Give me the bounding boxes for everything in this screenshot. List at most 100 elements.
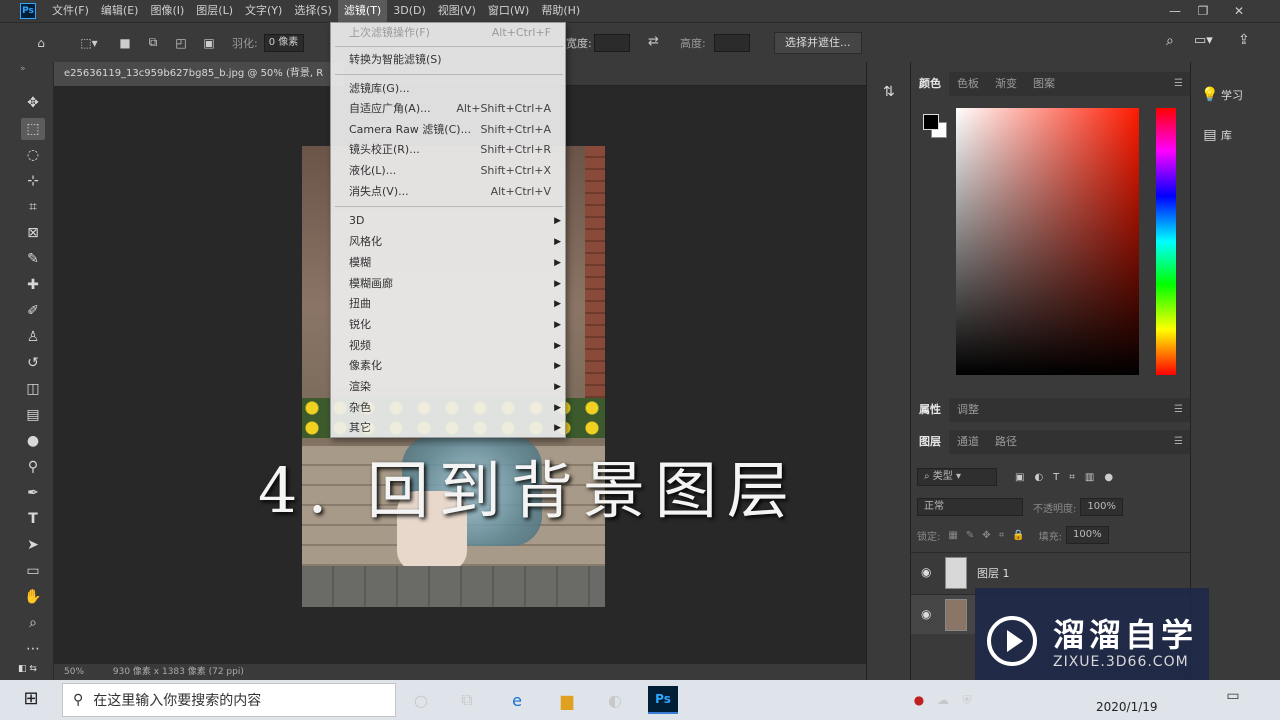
- share-icon[interactable]: ⇪: [1238, 32, 1250, 48]
- eye-icon[interactable]: ◉: [921, 565, 931, 579]
- menu-type[interactable]: 文字(Y): [239, 0, 288, 22]
- width-input[interactable]: [594, 34, 630, 52]
- tab-paths[interactable]: 路径: [987, 430, 1025, 454]
- menu-item-other[interactable]: 其它 ▶: [331, 418, 567, 438]
- tab-properties[interactable]: 属性: [911, 398, 949, 422]
- menu-item-vanishing-point[interactable]: 消失点(V)... Alt+Ctrl+V: [331, 182, 567, 202]
- move-tool-icon[interactable]: ✥: [21, 92, 45, 114]
- eraser-tool-icon[interactable]: ◫: [21, 378, 45, 400]
- quick-select-tool-icon[interactable]: ⊹: [21, 170, 45, 192]
- collapse-icon[interactable]: »: [20, 64, 26, 74]
- tab-gradients[interactable]: 渐变: [987, 72, 1025, 96]
- learn-button[interactable]: 💡 学习: [1199, 80, 1275, 110]
- healing-brush-tool-icon[interactable]: ✚: [21, 274, 45, 296]
- menu-item-distort[interactable]: 扭曲 ▶: [331, 294, 567, 314]
- swap-icon[interactable]: ⇄: [648, 34, 659, 49]
- more-tools-icon[interactable]: ⋯: [21, 638, 45, 660]
- tab-channels[interactable]: 通道: [949, 430, 987, 454]
- menu-select[interactable]: 选择(S): [288, 0, 338, 22]
- rectangle-tool-icon[interactable]: ▭: [21, 560, 45, 582]
- workspace-icon[interactable]: ▭▾: [1194, 33, 1213, 48]
- feather-input[interactable]: 0 像素: [263, 33, 304, 52]
- eye-icon[interactable]: ◉: [921, 607, 931, 621]
- layer-row[interactable]: ◉ 图层 1: [911, 552, 1191, 592]
- search-icon[interactable]: ⌕: [1166, 33, 1174, 49]
- menu-view[interactable]: 视图(V): [432, 0, 482, 22]
- layer-kind-filter[interactable]: ⌕ 类型 ▾: [917, 468, 997, 486]
- menu-item-3d[interactable]: 3D ▶: [331, 211, 567, 231]
- hand-tool-icon[interactable]: ✋: [21, 586, 45, 608]
- tab-layers[interactable]: 图层: [911, 430, 949, 454]
- eyedropper-tool-icon[interactable]: ✎: [21, 248, 45, 270]
- frame-tool-icon[interactable]: ⊠: [21, 222, 45, 244]
- blend-mode-select[interactable]: 正常: [917, 498, 1023, 516]
- menu-file[interactable]: 文件(F): [46, 0, 95, 22]
- layer-filter-icons[interactable]: ▣◐T⌗▥●: [1015, 472, 1123, 483]
- notification-icon[interactable]: ▭: [1222, 688, 1244, 710]
- zoom-tool-icon[interactable]: ⌕: [21, 612, 45, 634]
- hue-slider[interactable]: [1156, 108, 1176, 375]
- history-panel-icon[interactable]: ⇅: [883, 84, 895, 100]
- photoshop-taskbar-icon[interactable]: Ps: [648, 686, 678, 714]
- clone-stamp-tool-icon[interactable]: ♙: [21, 326, 45, 348]
- new-selection-icon[interactable]: ■: [114, 32, 136, 54]
- libraries-button[interactable]: ▤ 库: [1199, 120, 1275, 150]
- menu-item-camera-raw[interactable]: Camera Raw 滤镜(C)... Shift+Ctrl+A: [331, 120, 567, 140]
- menu-item-filter-gallery[interactable]: 滤镜库(G)...: [331, 79, 567, 99]
- menu-item-adaptive-wide-angle[interactable]: 自适应广角(A)... Alt+Shift+Ctrl+A: [331, 99, 567, 119]
- menu-help[interactable]: 帮助(H): [535, 0, 586, 22]
- brush-tool-icon[interactable]: ✐: [21, 300, 45, 322]
- taskbar-search-box[interactable]: ⚲ 在这里输入你要搜索的内容: [62, 683, 396, 717]
- zoom-level[interactable]: 50%: [64, 667, 84, 677]
- windows-start-icon[interactable]: ⊞: [18, 688, 44, 712]
- rect-marquee-tool-icon[interactable]: ⬚: [21, 118, 45, 140]
- task-view-icon[interactable]: ⧉: [452, 686, 482, 714]
- type-tool-icon[interactable]: T: [21, 508, 45, 530]
- blur-tool-icon[interactable]: ●: [21, 430, 45, 452]
- cortana-icon[interactable]: ○: [406, 686, 436, 714]
- path-select-tool-icon[interactable]: ➤: [21, 534, 45, 556]
- close-icon[interactable]: ✕: [1224, 0, 1254, 22]
- add-selection-icon[interactable]: ⧉: [142, 32, 164, 54]
- intersect-selection-icon[interactable]: ▣: [198, 32, 220, 54]
- tab-patterns[interactable]: 图案: [1025, 72, 1063, 96]
- restore-icon[interactable]: ❐: [1188, 0, 1218, 22]
- panel-menu-icon[interactable]: ☰: [1174, 436, 1183, 447]
- menu-item-render[interactable]: 渲染 ▶: [331, 377, 567, 397]
- dodge-tool-icon[interactable]: ⚲: [21, 456, 45, 478]
- lasso-tool-icon[interactable]: ◌: [21, 144, 45, 166]
- opacity-input[interactable]: 100%: [1080, 498, 1123, 516]
- history-brush-tool-icon[interactable]: ↺: [21, 352, 45, 374]
- menu-item-stylize[interactable]: 风格化 ▶: [331, 232, 567, 252]
- menu-filter[interactable]: 滤镜(T): [337, 0, 388, 22]
- menu-item-noise[interactable]: 杂色 ▶: [331, 398, 567, 418]
- subtract-selection-icon[interactable]: ◰: [170, 32, 192, 54]
- select-and-mask-button[interactable]: 选择并遮住...: [774, 32, 862, 54]
- height-input[interactable]: [714, 34, 750, 52]
- menu-item-pixelate[interactable]: 像素化 ▶: [331, 356, 567, 376]
- menu-item-lens-correction[interactable]: 镜头校正(R)... Shift+Ctrl+R: [331, 140, 567, 160]
- file-explorer-icon[interactable]: ▆: [552, 686, 582, 714]
- panel-menu-icon[interactable]: ☰: [1174, 78, 1183, 89]
- app-icon[interactable]: ◐: [600, 686, 630, 714]
- fill-input[interactable]: 100%: [1066, 526, 1109, 544]
- menu-item-sharpen[interactable]: 锐化 ▶: [331, 315, 567, 335]
- menu-item-blur-gallery[interactable]: 模糊画廊 ▶: [331, 274, 567, 294]
- menu-item-blur[interactable]: 模糊 ▶: [331, 253, 567, 273]
- foreground-color-swatch[interactable]: [923, 114, 939, 130]
- home-icon[interactable]: ⌂: [30, 32, 52, 54]
- edge-icon[interactable]: e: [502, 686, 532, 714]
- menu-item-convert-smart-filter[interactable]: 转换为智能滤镜(S): [331, 50, 567, 70]
- layer-name[interactable]: 图层 1: [977, 565, 1010, 581]
- marquee-preset-icon[interactable]: ⬚▾: [78, 32, 100, 54]
- tab-adjustments[interactable]: 调整: [949, 398, 987, 422]
- panel-menu-icon[interactable]: ☰: [1174, 404, 1183, 415]
- menu-image[interactable]: 图像(I): [144, 0, 190, 22]
- menu-3d[interactable]: 3D(D): [387, 0, 432, 22]
- menu-layer[interactable]: 图层(L): [190, 0, 239, 22]
- crop-tool-icon[interactable]: ⌗: [21, 196, 45, 218]
- shield-icon[interactable]: ⛨: [952, 686, 982, 714]
- menu-item-video[interactable]: 视频 ▶: [331, 336, 567, 356]
- tab-swatches[interactable]: 色板: [949, 72, 987, 96]
- menu-window[interactable]: 窗口(W): [482, 0, 535, 22]
